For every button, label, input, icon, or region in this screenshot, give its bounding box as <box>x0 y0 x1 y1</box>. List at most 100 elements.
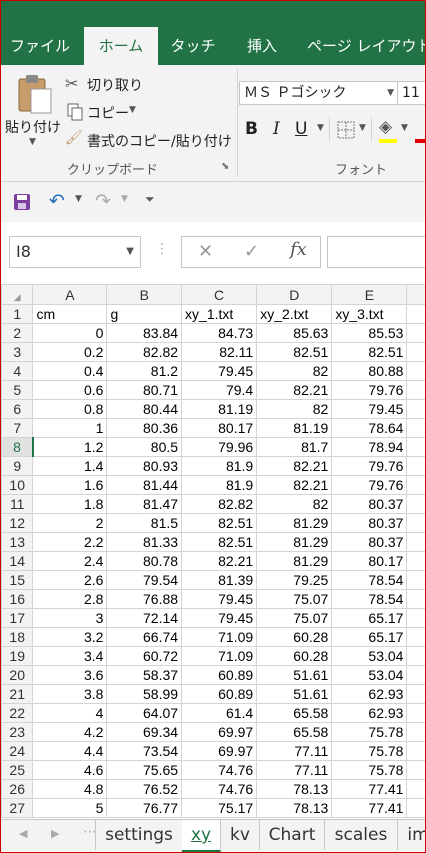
cell[interactable]: 81.44 <box>106 475 183 495</box>
row-header[interactable]: 19 <box>1 646 34 666</box>
cell[interactable]: 81.9 <box>181 456 258 476</box>
cell[interactable]: 66.74 <box>106 627 183 647</box>
cell[interactable]: 81.29 <box>256 513 333 533</box>
scroll-right-icon[interactable]: ▶ <box>51 827 59 840</box>
cell[interactable]: 81.29 <box>256 551 333 571</box>
cell[interactable]: 71.09 <box>181 627 258 647</box>
cell[interactable] <box>406 589 425 609</box>
cell[interactable]: 81.19 <box>181 399 258 419</box>
cell[interactable]: 4.8 <box>32 779 108 799</box>
cell[interactable] <box>406 798 425 818</box>
cell[interactable]: 78.54 <box>331 570 408 590</box>
row-header[interactable]: 1 <box>1 304 34 324</box>
cell[interactable]: 5 <box>32 798 108 818</box>
enter-icon[interactable]: ✓ <box>244 241 259 262</box>
cell[interactable]: 2 <box>32 513 108 533</box>
cell-table[interactable]: ◢ A B C D E 1 cm g xy_1.txt xy_2.txt xy_3.txt… <box>1 284 425 818</box>
cell[interactable]: 80.37 <box>331 513 408 533</box>
cell[interactable] <box>406 304 425 324</box>
cell[interactable]: 79.76 <box>331 380 408 400</box>
cell[interactable]: 53.04 <box>331 646 408 666</box>
cell[interactable]: 65.58 <box>256 703 333 723</box>
cell[interactable]: xy_2.txt <box>256 304 333 324</box>
chevron-down-icon[interactable]: ▼ <box>317 123 324 133</box>
underline-button[interactable]: U <box>295 119 307 139</box>
cell[interactable]: 82.82 <box>181 494 258 514</box>
cell[interactable]: 78.13 <box>256 779 333 799</box>
cell[interactable]: 81.2 <box>106 361 183 381</box>
cell[interactable]: 69.97 <box>181 741 258 761</box>
cell[interactable]: 80.37 <box>331 532 408 552</box>
sheet-tab-im[interactable]: im <box>398 820 425 850</box>
paste-button[interactable]: 貼り付け ▼ <box>5 71 61 155</box>
row-header[interactable]: 21 <box>1 684 34 704</box>
cell[interactable]: 72.14 <box>106 608 183 628</box>
cell[interactable]: 82 <box>256 494 333 514</box>
cell[interactable]: 3.2 <box>32 627 108 647</box>
cell[interactable]: 80.17 <box>331 551 408 571</box>
cell[interactable] <box>406 779 425 799</box>
cell[interactable]: 71.09 <box>181 646 258 666</box>
chevron-down-icon[interactable]: ▼ <box>359 123 366 133</box>
cell[interactable]: 2.6 <box>32 570 108 590</box>
fill-color-icon[interactable]: ◈ <box>379 117 392 137</box>
cell[interactable]: 53.04 <box>331 665 408 685</box>
cell[interactable]: 80.37 <box>331 494 408 514</box>
undo-icon[interactable]: ↶ <box>49 190 65 212</box>
cell[interactable]: g <box>106 304 183 324</box>
sheet-tab-xy[interactable]: xy <box>182 820 221 852</box>
cell[interactable]: 65.58 <box>256 722 333 742</box>
cell[interactable]: 60.28 <box>256 646 333 666</box>
cell[interactable]: 64.07 <box>106 703 183 723</box>
cell[interactable]: 78.54 <box>331 589 408 609</box>
cell[interactable]: 82.11 <box>181 342 258 362</box>
row-header[interactable]: 9 <box>1 456 34 476</box>
cell[interactable]: 79.45 <box>181 361 258 381</box>
row-header[interactable]: 10 <box>1 475 34 495</box>
cell[interactable] <box>406 361 425 381</box>
column-header-a[interactable]: A <box>32 284 108 305</box>
cell[interactable]: 62.93 <box>331 703 408 723</box>
cell[interactable]: 80.36 <box>106 418 183 438</box>
cell[interactable]: 77.11 <box>256 760 333 780</box>
row-header[interactable]: 18 <box>1 627 34 647</box>
cell[interactable]: 74.76 <box>181 760 258 780</box>
row-header[interactable]: 24 <box>1 741 34 761</box>
cell[interactable]: 2.2 <box>32 532 108 552</box>
cell[interactable]: 80.93 <box>106 456 183 476</box>
cell[interactable]: 75.78 <box>331 760 408 780</box>
cell[interactable]: 60.89 <box>181 665 258 685</box>
cell[interactable] <box>406 722 425 742</box>
cell[interactable]: 79.45 <box>331 399 408 419</box>
row-header[interactable]: 13 <box>1 532 34 552</box>
cell[interactable]: 58.37 <box>106 665 183 685</box>
cell[interactable]: 81.29 <box>256 532 333 552</box>
row-header[interactable]: 25 <box>1 760 34 780</box>
cell[interactable] <box>406 684 425 704</box>
column-header-b[interactable]: B <box>106 284 183 305</box>
cell[interactable]: 79.45 <box>181 589 258 609</box>
cell[interactable]: 4.6 <box>32 760 108 780</box>
cell[interactable] <box>406 608 425 628</box>
cell[interactable]: 81.19 <box>256 418 333 438</box>
cell[interactable]: 60.72 <box>106 646 183 666</box>
cell[interactable] <box>406 627 425 647</box>
cell[interactable] <box>406 323 425 343</box>
cell[interactable] <box>406 513 425 533</box>
tab-page-layout[interactable]: ページ レイアウト <box>307 27 425 65</box>
cell[interactable]: 0.2 <box>32 342 108 362</box>
cell[interactable]: 69.97 <box>181 722 258 742</box>
row-header[interactable]: 20 <box>1 665 34 685</box>
cell[interactable] <box>406 646 425 666</box>
column-header-e[interactable]: E <box>331 284 408 305</box>
cell[interactable]: 80.5 <box>106 437 183 457</box>
cell[interactable]: 85.63 <box>256 323 333 343</box>
name-box[interactable]: I8 ▼ <box>9 236 141 268</box>
cell[interactable]: 79.4 <box>181 380 258 400</box>
cell[interactable]: 75.07 <box>256 589 333 609</box>
sheet-tab-scales[interactable]: scales <box>325 820 398 850</box>
cell[interactable]: 3 <box>32 608 108 628</box>
cell[interactable]: 75.65 <box>106 760 183 780</box>
row-header[interactable]: 27 <box>1 798 34 818</box>
cell[interactable]: 80.88 <box>331 361 408 381</box>
